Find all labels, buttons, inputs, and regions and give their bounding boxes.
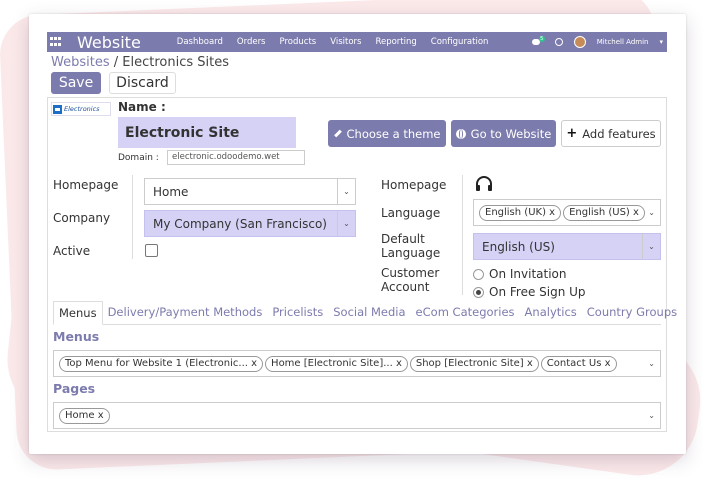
apps-menu-icon[interactable] (50, 37, 62, 47)
chevron-down-icon[interactable]: ⌄ (337, 211, 355, 236)
language-label: Language (381, 206, 441, 220)
radio-circle-selected[interactable] (473, 286, 484, 298)
chevron-down-icon[interactable]: ⌄ (648, 411, 655, 420)
field-divider (132, 175, 133, 259)
menu-tag[interactable]: Top Menu for Website 1 (Electronic... x (59, 355, 264, 372)
menu-tag[interactable]: Home [Electronic Site]... x (265, 355, 408, 372)
chevron-down-icon[interactable]: ⌄ (648, 359, 655, 368)
active-checkbox[interactable] (145, 244, 158, 257)
plus-icon: + (566, 126, 578, 141)
default-language-label-line1: Default (381, 232, 425, 246)
add-features-label: Add features (582, 126, 656, 141)
add-features-button[interactable]: + Add features (561, 120, 661, 147)
chevron-down-icon[interactable]: ⌄ (642, 234, 660, 259)
tab-social-media[interactable]: Social Media (328, 305, 410, 324)
tab-country-groups[interactable]: Country Groups (582, 305, 682, 324)
breadcrumb-websites[interactable]: Websites (51, 55, 110, 70)
language-tag-label: English (UK) (485, 207, 546, 218)
tab-ecom-categories[interactable]: eCom Categories (411, 305, 520, 324)
menu-tag[interactable]: Shop [Electronic Site] x (409, 355, 539, 372)
default-language-value: English (US) (482, 239, 555, 254)
go-to-website-label: Go to Website (470, 126, 552, 141)
radio-on-invitation-label: On Invitation (489, 267, 567, 281)
menu-tag-label: Home [Electronic Site]... (271, 358, 393, 369)
right-homepage-label: Homepage (381, 178, 447, 192)
choose-theme-label: Choose a theme (346, 126, 441, 141)
language-tag-label: English (US) (569, 207, 630, 218)
domain-field[interactable]: electronic.odoodemo.wet (167, 150, 305, 165)
user-avatar[interactable] (573, 36, 586, 48)
customer-account-label-line2: Account (381, 280, 430, 294)
activity-clock-icon[interactable] (554, 38, 563, 46)
menu-tag-label: Shop [Electronic Site] (415, 358, 524, 369)
save-button[interactable]: Save (51, 72, 101, 94)
default-language-label-line2: Language (381, 246, 441, 260)
company-select[interactable]: My Company (San Francisco) ⌄ (144, 210, 356, 237)
default-language-select[interactable]: English (US) ⌄ (473, 233, 661, 260)
field-divider (462, 175, 463, 295)
breadcrumb-current: Electronics Sites (122, 55, 229, 70)
radio-on-free-sign-up-label: On Free Sign Up (489, 285, 586, 299)
customer-account-label: Customer Account (381, 266, 439, 294)
company-label: Company (53, 211, 111, 225)
default-language-label: Default Language (381, 232, 440, 260)
menu-tag[interactable]: Contact Us x (540, 355, 617, 372)
page-tag[interactable]: Home x (59, 407, 110, 424)
nav-configuration[interactable]: Configuration (431, 37, 489, 47)
tab-delivery-payment[interactable]: Delivery/Payment Methods (103, 305, 268, 324)
homepage-label: Homepage (53, 178, 119, 192)
radio-on-invitation[interactable]: On Invitation (473, 267, 567, 281)
chevron-down-icon[interactable]: ⌄ (648, 208, 655, 217)
menu-tag-label: Contact Us (546, 358, 602, 369)
top-navbar: Website Dashboard Orders Products Visito… (47, 32, 667, 52)
nav-orders[interactable]: Orders (237, 37, 266, 47)
company-value: My Company (San Francisco) (153, 216, 327, 231)
pencil-icon (333, 129, 342, 138)
user-caret-icon[interactable]: ▾ (659, 38, 663, 46)
user-name[interactable]: Mitchell Admin (597, 38, 649, 46)
website-logo[interactable]: Electronics (51, 102, 111, 116)
radio-on-free-sign-up[interactable]: On Free Sign Up (473, 285, 586, 299)
headphones-icon[interactable] (475, 176, 493, 192)
homepage-select[interactable]: Home ⌄ (144, 178, 356, 205)
website-name-field[interactable]: Electronic Site (118, 117, 296, 148)
tab-menus[interactable]: Menus (53, 301, 103, 325)
customer-account-label-line1: Customer (381, 266, 440, 280)
nav-reporting[interactable]: Reporting (375, 37, 416, 47)
homepage-value: Home (153, 184, 189, 199)
breadcrumb-separator: / (109, 55, 123, 70)
go-to-website-button[interactable]: Go to Website (451, 120, 556, 147)
app-brand[interactable]: Website (77, 33, 141, 52)
language-tag[interactable]: English (US) x (563, 204, 645, 221)
chat-badge: 5 (538, 35, 545, 42)
domain-label: Domain : (118, 153, 159, 163)
language-tags-field[interactable]: English (UK) x English (US) x ⌄ (473, 199, 661, 226)
pages-tags-field[interactable]: Home x ⌄ (53, 402, 661, 429)
menus-title: Menus (53, 329, 100, 344)
notebook-tabs: Menus Delivery/Payment Methods Pricelist… (53, 301, 677, 325)
tab-pricelists[interactable]: Pricelists (267, 305, 328, 324)
logo-text: Electronics (64, 105, 100, 113)
logo-cart-icon (53, 104, 62, 114)
page-tag-label: Home (65, 410, 95, 421)
choose-theme-button[interactable]: Choose a theme (328, 120, 446, 147)
menus-tags-field[interactable]: Top Menu for Website 1 (Electronic... x … (53, 350, 661, 377)
nav-dashboard[interactable]: Dashboard (177, 37, 223, 47)
radio-circle[interactable] (473, 268, 484, 280)
discard-button[interactable]: Discard (109, 72, 176, 94)
name-label: Name : (118, 100, 166, 114)
active-label: Active (53, 244, 91, 258)
globe-icon (455, 128, 466, 139)
nav-products[interactable]: Products (280, 37, 317, 47)
language-tag[interactable]: English (UK) x (479, 204, 562, 221)
breadcrumb: Websites / Electronics Sites (51, 55, 229, 70)
tab-analytics[interactable]: Analytics (520, 305, 582, 324)
chat-icon[interactable]: 5 (531, 35, 545, 47)
menu-tag-label: Top Menu for Website 1 (Electronic... (65, 358, 248, 369)
pages-title: Pages (53, 381, 96, 396)
chevron-down-icon[interactable]: ⌄ (337, 179, 355, 204)
nav-visitors[interactable]: Visitors (330, 37, 361, 47)
